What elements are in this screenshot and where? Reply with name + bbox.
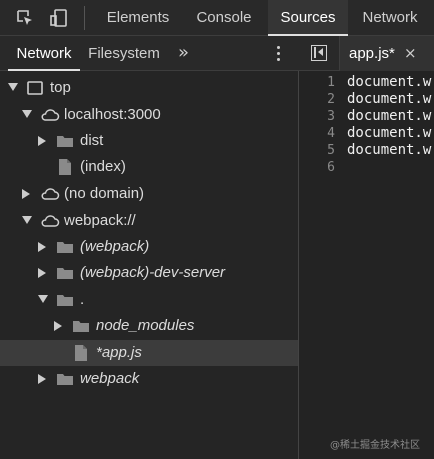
tree-item-label: (index) (80, 158, 126, 175)
tree-item-webpack-dev-server[interactable]: (webpack)-dev-server (0, 260, 298, 286)
tree-item-localhost-3000[interactable]: localhost:3000 (0, 102, 298, 128)
toolbar-divider (84, 6, 85, 30)
navigator-tab-filesystem[interactable]: Filesystem (84, 36, 164, 71)
tree-item-node-modules[interactable]: node_modules (0, 313, 298, 339)
folder-icon (72, 317, 90, 335)
expand-arrow-down-icon[interactable] (38, 295, 48, 303)
line-number: 1 (327, 75, 335, 90)
editor-file-tab[interactable]: app.js* × (340, 36, 434, 71)
tab-console[interactable]: Console (182, 0, 266, 36)
tree-item-label: (no domain) (64, 185, 145, 202)
tree-item-label: . (80, 291, 85, 308)
code-line[interactable]: document.w (347, 91, 431, 108)
folder-icon (56, 132, 74, 150)
tree-item-label: webpack (80, 370, 140, 387)
file-icon (56, 158, 74, 176)
tree-item-label: node_modules (96, 317, 195, 334)
line-number: 4 (327, 126, 335, 141)
tree-item-label: *app.js (96, 344, 142, 361)
code-line[interactable]: document.w (347, 142, 431, 159)
tree-item-label: dist (80, 132, 104, 149)
line-number: 3 (327, 109, 335, 124)
tab-network[interactable]: Network (350, 0, 430, 36)
tree-item-label: (webpack) (80, 238, 150, 255)
device-toolbar-icon[interactable] (48, 7, 70, 29)
navigator-tabs: Network Filesystem » (0, 36, 299, 71)
expand-arrow-right-icon[interactable] (54, 321, 62, 331)
devtools-toolbar: Elements Console Sources Network (0, 0, 434, 36)
file-tab-name: app.js* (349, 45, 395, 62)
folder-icon (56, 370, 74, 388)
code-editor: app.js* × 123456 document.w document.w doc… (299, 36, 434, 459)
toggle-navigator-icon[interactable] (311, 45, 327, 61)
expand-arrow-right-icon[interactable] (38, 374, 46, 384)
folder-icon (56, 264, 74, 282)
frame-icon (26, 79, 44, 97)
more-tabs-icon[interactable]: » (178, 42, 189, 63)
tree-item-index[interactable]: (index) (0, 154, 298, 180)
close-icon[interactable]: × (404, 36, 417, 71)
line-number: 5 (327, 143, 335, 158)
line-number-gutter: 1 2 3 4 5 6 (299, 74, 337, 459)
tree-item-label: localhost:3000 (64, 106, 161, 123)
cloud-icon (40, 106, 60, 124)
tab-elements[interactable]: Elements (94, 0, 182, 36)
tree-item-dist[interactable]: dist (0, 128, 298, 154)
tab-sources[interactable]: Sources (268, 0, 348, 36)
expand-arrow-down-icon[interactable] (22, 110, 32, 118)
cloud-icon (40, 185, 60, 203)
inspect-element-icon[interactable] (14, 7, 36, 29)
expand-arrow-right-icon[interactable] (38, 136, 46, 146)
expand-arrow-down-icon[interactable] (22, 216, 32, 224)
tree-item-webpack[interactable]: webpack (0, 366, 298, 392)
file-icon (72, 344, 90, 362)
line-number: 2 (327, 92, 335, 107)
tree-item-webpack[interactable]: (webpack) (0, 234, 298, 260)
folder-icon (56, 291, 74, 309)
folder-icon (56, 238, 74, 256)
tree-item-app-js[interactable]: *app.js (0, 340, 298, 366)
editor-tabs: app.js* × (299, 36, 434, 71)
devtools-window: Elements Console Sources Network Network… (0, 0, 434, 459)
code-line[interactable]: document.w (347, 108, 431, 125)
tree-item-webpack[interactable]: webpack:// (0, 208, 298, 234)
tree-item-dot[interactable]: . (0, 287, 298, 313)
expand-arrow-right-icon[interactable] (38, 242, 46, 252)
code-line[interactable]: document.w (347, 125, 431, 142)
tree-item-top[interactable]: top (0, 75, 298, 101)
line-number: 6 (327, 160, 335, 175)
expand-arrow-right-icon[interactable] (38, 268, 46, 278)
cloud-icon (40, 212, 60, 230)
tree-item-label: (webpack)-dev-server (80, 264, 226, 281)
tree-item-no-domain[interactable]: (no domain) (0, 181, 298, 207)
tree-item-label: webpack:// (64, 212, 136, 229)
code-line[interactable]: document.w (347, 74, 431, 91)
expand-arrow-right-icon[interactable] (22, 189, 30, 199)
expand-arrow-down-icon[interactable] (8, 83, 18, 91)
tree-item-label: top (50, 79, 71, 96)
watermark: @稀土掘金技术社区 (330, 440, 420, 451)
navigator-tab-network[interactable]: Network (8, 36, 80, 71)
sources-navigator: Network Filesystem » top localhost:3000 di… (0, 36, 299, 459)
more-options-icon[interactable] (273, 46, 283, 62)
